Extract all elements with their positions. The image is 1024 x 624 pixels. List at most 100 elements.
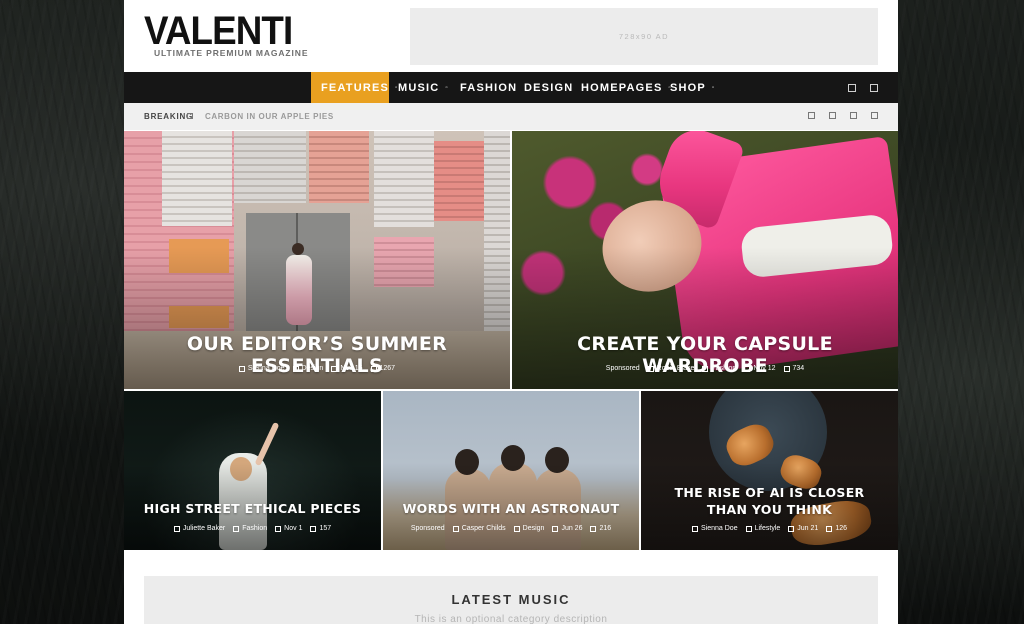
category-name: Design [522, 525, 545, 532]
nav-item-music[interactable]: MUSIC ▫ [398, 72, 449, 103]
nav-item-label: MUSIC [398, 81, 440, 94]
date-meta: Nov 1 [275, 525, 302, 532]
feature-title[interactable]: HIGH STREET ETHICAL PIECES [124, 501, 381, 516]
folder-icon [292, 365, 299, 372]
author-meta[interactable]: Juliette Baker [173, 525, 226, 532]
folder-icon [745, 525, 752, 532]
user-icon [452, 525, 459, 532]
section-title: LATEST MUSIC [451, 592, 571, 607]
feature-card[interactable]: HIGH STREET ETHICAL PIECES Juliette Bake… [124, 391, 381, 550]
nav-item-label: HOMEPAGES [581, 81, 663, 94]
clock-icon [552, 525, 559, 532]
eye-icon [590, 525, 597, 532]
views-meta: 216 [590, 525, 611, 532]
view-count: 216 [599, 525, 612, 532]
breaking-news-bar: BREAKING CARBON IN OUR APPLE PIES [124, 103, 898, 130]
category-meta[interactable]: Lifestyle [745, 525, 781, 532]
folder-icon [513, 525, 520, 532]
category-name: Fashion [242, 525, 268, 532]
category-meta[interactable]: Design [513, 525, 545, 532]
nav-item-fashion[interactable]: FASHION [460, 72, 517, 103]
author-name: Sienna Doe [247, 365, 285, 372]
clock-icon [744, 365, 751, 372]
feature-title[interactable]: WORDS WITH AN ASTRONAUT [383, 501, 639, 516]
date-meta: Nov 15 [331, 365, 363, 372]
nav-item-homepages[interactable]: HOMEPAGES ▫ [581, 72, 672, 103]
feature-meta: Sponsored Casper Childs Design Jun 26 21… [383, 525, 639, 532]
arrow-right-icon [187, 113, 193, 119]
nav-item-label: FASHION [460, 81, 518, 94]
eye-icon [370, 365, 377, 372]
nav-item-design[interactable]: DESIGN [524, 72, 573, 103]
category-name: Fashion [711, 365, 737, 372]
author-meta[interactable]: Sienna Doe [238, 365, 285, 372]
user-icon [647, 365, 654, 372]
views-meta: 126 [826, 525, 847, 532]
feature-meta: Sienna Doe Design Nov 15 1267 [124, 365, 510, 372]
post-date: Nov 15 [340, 365, 363, 372]
post-date: Nov 12 [753, 365, 776, 372]
search-icon[interactable] [848, 84, 856, 92]
author-name: Sienna Doe [701, 525, 738, 532]
site-header: VALENTI ULTIMATE PREMIUM MAGAZINE 728x90… [124, 0, 898, 72]
nav-item-shop[interactable]: SHOP ▫ [670, 72, 715, 103]
post-date: Jun 21 [797, 525, 819, 532]
sponsored-label: Sponsored [605, 365, 640, 372]
nav-item-label: FEATURES [321, 81, 390, 94]
folder-icon [702, 365, 709, 372]
user-icon [173, 525, 180, 532]
breaking-headline[interactable]: CARBON IN OUR APPLE PIES [205, 112, 334, 121]
clock-icon [331, 365, 338, 372]
post-date: Nov 1 [284, 525, 303, 532]
author-name: Juliette Baker [182, 525, 226, 532]
feature-card[interactable]: CREATE YOUR CAPSULE WARDROBE Sponsored R… [512, 131, 898, 389]
clock-icon [275, 525, 282, 532]
ad-banner[interactable]: 728x90 AD [410, 8, 878, 65]
facebook-icon[interactable] [829, 112, 836, 119]
feature-meta: Sienna Doe Lifestyle Jun 21 126 [641, 525, 898, 532]
post-date: Jun 26 [561, 525, 583, 532]
date-meta: Jun 26 [552, 525, 582, 532]
views-meta: 1267 [370, 365, 396, 372]
logo-wordmark[interactable]: VALENTI [144, 11, 295, 51]
breaking-label: BREAKING [144, 112, 194, 121]
author-meta[interactable]: Robin Blake [647, 365, 695, 372]
views-meta: 157 [310, 525, 331, 532]
folder-icon [233, 525, 240, 532]
nav-item-label: DESIGN [524, 81, 574, 94]
author-meta[interactable]: Casper Childs [452, 525, 506, 532]
author-name: Robin Blake [656, 365, 695, 372]
sponsored-badge: Sponsored [411, 525, 445, 532]
category-meta[interactable]: Fashion [702, 365, 736, 372]
site-logo[interactable]: VALENTI ULTIMATE PREMIUM MAGAZINE [144, 11, 308, 58]
feature-card[interactable]: WORDS WITH AN ASTRONAUT Sponsored Casper… [383, 391, 639, 550]
instagram-icon[interactable] [850, 112, 857, 119]
view-count: 126 [835, 525, 847, 532]
user-icon [238, 365, 245, 372]
category-name: Lifestyle [754, 525, 781, 532]
feature-card[interactable]: THE RISE OF AI IS CLOSER THAN YOU THINK … [641, 391, 898, 550]
nav-item-features[interactable]: FEATURES ▫ [311, 72, 397, 103]
sponsored-label: Sponsored [410, 525, 445, 532]
feature-title[interactable]: THE RISE OF AI IS CLOSER THAN YOU THINK [641, 484, 898, 518]
author-name: Casper Childs [461, 525, 506, 532]
feature-meta: Juliette Baker Fashion Nov 1 157 [124, 525, 381, 532]
main-navigation: FEATURES ▫ MUSIC ▫ FASHION DESIGN HOMEPA… [124, 72, 898, 103]
ad-label: 728x90 AD [618, 32, 670, 41]
cart-icon[interactable] [870, 84, 878, 92]
user-icon [692, 525, 698, 532]
category-meta[interactable]: Design [292, 365, 323, 372]
views-meta: 734 [783, 365, 804, 372]
feature-card[interactable]: OUR EDITOR’S SUMMER ESSENTIALS Sienna Do… [124, 131, 510, 389]
latest-music-section: LATEST MUSIC This is an optional categor… [144, 576, 878, 624]
chevron-down-icon: ▫ [711, 84, 716, 91]
view-count: 1267 [379, 365, 396, 372]
clock-icon [788, 525, 795, 532]
sponsored-badge: Sponsored [606, 365, 640, 372]
pinterest-icon[interactable] [871, 112, 878, 119]
eye-icon [310, 525, 317, 532]
twitter-icon[interactable] [808, 112, 815, 119]
category-meta[interactable]: Fashion [233, 525, 267, 532]
site-container: VALENTI ULTIMATE PREMIUM MAGAZINE 728x90… [124, 0, 898, 624]
author-meta[interactable]: Sienna Doe [692, 525, 738, 532]
